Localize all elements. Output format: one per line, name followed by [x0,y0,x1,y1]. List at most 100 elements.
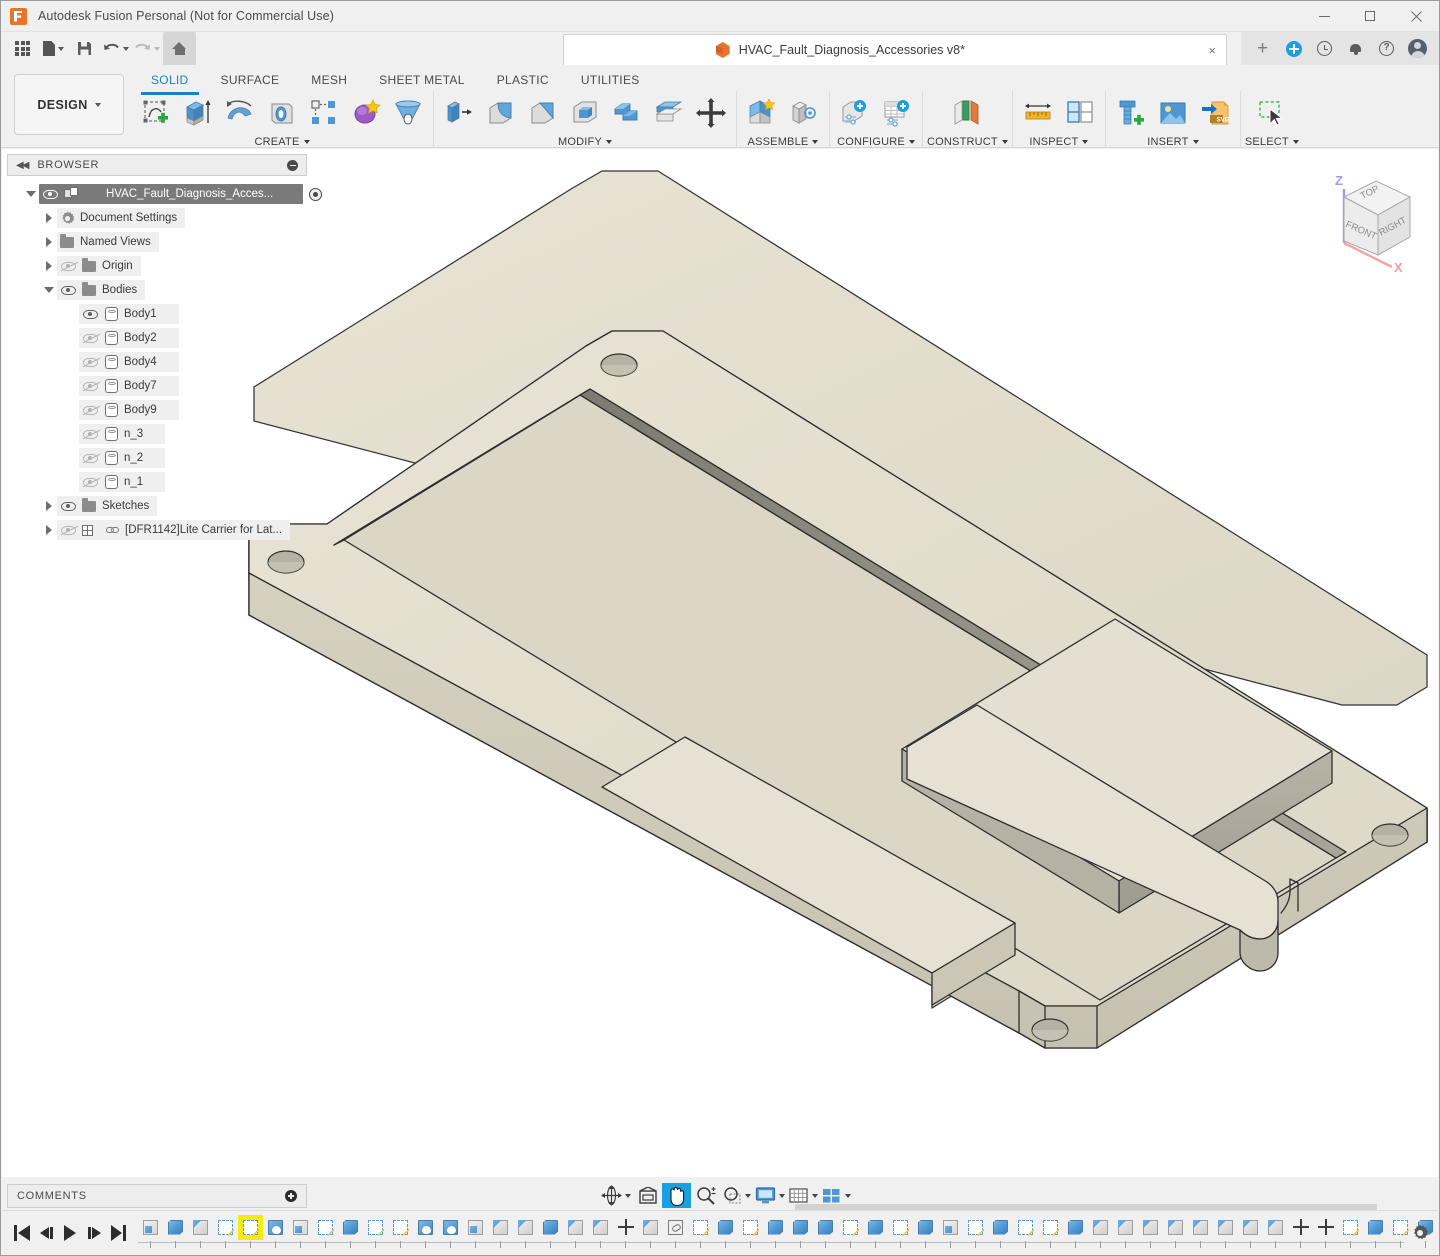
panel-create-label[interactable]: CREATE [254,136,309,148]
panel-select-label[interactable]: SELECT [1245,136,1299,148]
panel-assemble-label[interactable]: ASSEMBLE [748,136,819,148]
tree-node-body4[interactable]: Body4 [7,350,307,374]
minus-circle-icon[interactable] [287,160,298,171]
visibility-toggle[interactable] [39,184,61,204]
timeline-feature-item[interactable] [288,1215,313,1240]
expand-arrow-icon[interactable] [41,496,57,516]
combine-button[interactable] [606,93,648,133]
expand-arrow-icon[interactable] [41,280,57,300]
timeline-feature-item[interactable] [988,1215,1013,1240]
split-face-button[interactable] [648,93,690,133]
panel-construct-label[interactable]: CONSTRUCT [927,136,1008,148]
visibility-toggle[interactable] [79,448,101,468]
timeline-feature-item[interactable] [563,1215,588,1240]
timeline-feature-item[interactable] [1213,1215,1238,1240]
press-pull-button[interactable] [438,93,480,133]
display-settings-button[interactable] [753,1183,787,1208]
chevron-down-icon[interactable] [812,1194,818,1198]
visibility-toggle[interactable] [79,400,101,420]
visibility-toggle[interactable] [79,304,101,324]
timeline-feature-item[interactable] [688,1215,713,1240]
configure-design-button[interactable] [834,93,876,133]
select-tool-button[interactable] [1251,93,1293,133]
timeline-feature-item[interactable] [863,1215,888,1240]
timeline-feature-item[interactable] [163,1215,188,1240]
expand-arrow-icon[interactable] [41,520,57,540]
tree-node-origin[interactable]: Origin [7,254,307,278]
undo-button[interactable] [101,34,130,63]
visibility-toggle[interactable] [79,424,101,444]
timeline-feature-item[interactable] [713,1215,738,1240]
timeline-feature-item[interactable] [513,1215,538,1240]
timeline-feature-item[interactable] [388,1215,413,1240]
timeline-feature-item[interactable] [338,1215,363,1240]
tree-node-root[interactable]: HVAC_Fault_Diagnosis_Acces... [7,182,307,206]
visibility-toggle[interactable] [57,496,79,516]
timeline-feature-item[interactable] [1188,1215,1213,1240]
timeline-feature-item[interactable] [463,1215,488,1240]
chevron-down-icon[interactable] [625,1194,631,1198]
panel-modify-label[interactable]: MODIFY [558,136,612,148]
tree-node-n3[interactable]: n_3 [7,422,307,446]
timeline-feature-item[interactable] [1013,1215,1038,1240]
workspace-selector[interactable]: DESIGN [14,74,124,135]
chamfer-button[interactable] [522,93,564,133]
visibility-toggle[interactable] [79,328,101,348]
tree-node-n1[interactable]: n_1 [7,470,307,494]
go-to-beginning-button[interactable] [10,1218,34,1248]
timeline-feature-item[interactable] [1338,1215,1363,1240]
visibility-toggle[interactable] [57,256,79,276]
timeline-feature-item[interactable] [613,1215,638,1240]
tree-node-document-settings[interactable]: Document Settings [7,206,307,230]
revolve-button[interactable] [219,93,261,133]
visibility-toggle[interactable] [57,520,79,540]
orbit-button[interactable] [599,1183,633,1208]
timeline-feature-item[interactable] [638,1215,663,1240]
chevron-down-icon[interactable] [845,1194,851,1198]
new-tab-button[interactable]: + [1247,32,1278,65]
timeline-feature-item[interactable] [413,1215,438,1240]
pan-button[interactable] [662,1183,691,1208]
minimize-button[interactable] [1301,1,1347,32]
panel-inspect-label[interactable]: INSPECT [1029,136,1088,148]
timeline-feature-item[interactable] [1163,1215,1188,1240]
timeline-track[interactable] [138,1211,1438,1255]
timeline-feature-item[interactable] [488,1215,513,1240]
timeline-feature-item[interactable] [588,1215,613,1240]
chevron-down-icon[interactable] [779,1194,785,1198]
timeline-feature-item[interactable] [1313,1215,1338,1240]
tree-node-n2[interactable]: n_2 [7,446,307,470]
timeline-feature-item[interactable] [363,1215,388,1240]
fillet-button[interactable] [480,93,522,133]
timeline-feature-item[interactable] [188,1215,213,1240]
timeline-feature-item[interactable] [938,1215,963,1240]
document-tab-close-icon[interactable]: × [1208,43,1216,58]
joint-button[interactable] [783,93,825,133]
timeline-feature-item[interactable] [213,1215,238,1240]
pattern-button[interactable] [303,93,345,133]
insert-mcmaster-button[interactable] [1110,93,1152,133]
timeline-feature-item[interactable] [138,1215,163,1240]
fit-button[interactable] [720,1183,753,1208]
timeline-feature-item[interactable] [1363,1215,1388,1240]
account-avatar[interactable] [1402,32,1433,65]
timeline-feature-item[interactable] [1038,1215,1063,1240]
app-grid-button[interactable] [8,34,37,63]
sweep-button[interactable] [261,93,303,133]
redo-button[interactable] [132,34,161,63]
timeline-settings-button[interactable] [1411,1224,1429,1242]
timeline-feature-item[interactable] [838,1215,863,1240]
step-back-button[interactable] [34,1218,58,1248]
tree-node-body1[interactable]: Body1 [7,302,307,326]
tree-node-external-component[interactable]: [DFR1142]Lite Carrier for Lat... [7,518,307,542]
timeline-feature-item[interactable] [663,1215,688,1240]
look-at-button[interactable] [633,1183,662,1208]
timeline-feature-item[interactable] [1138,1215,1163,1240]
timeline-feature-item[interactable] [1063,1215,1088,1240]
collapse-left-icon[interactable]: ◀◀ [16,160,27,171]
section-analysis-button[interactable] [1059,93,1101,133]
comments-panel[interactable]: COMMENTS [7,1184,307,1208]
visibility-toggle[interactable] [57,280,79,300]
document-tab[interactable]: HVAC_Fault_Diagnosis_Accessories v8* × [563,34,1227,65]
expand-arrow-icon[interactable] [41,208,57,228]
